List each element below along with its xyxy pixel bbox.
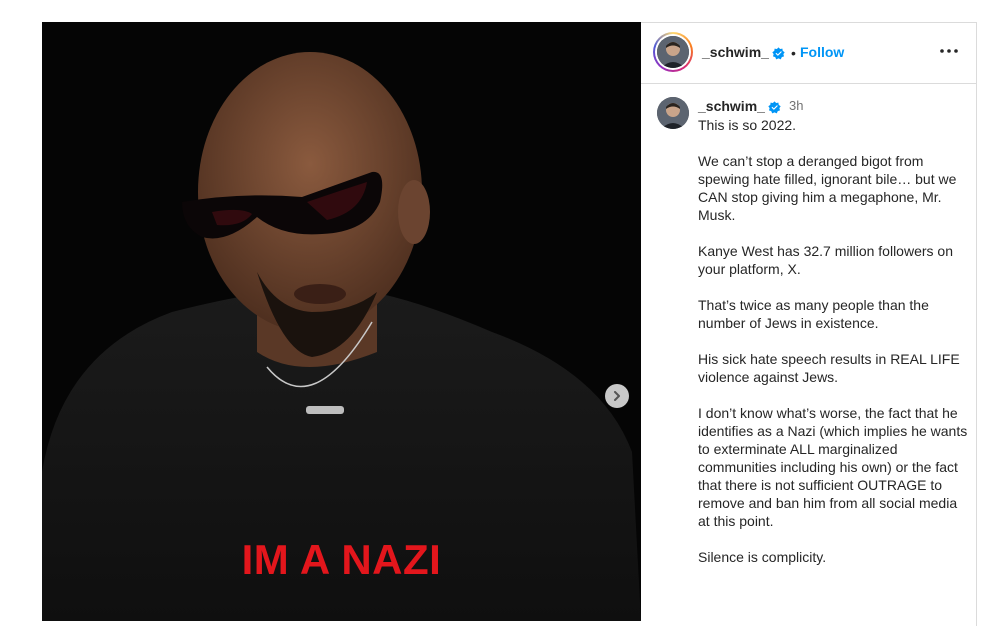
- caption-paragraph: We can’t stop a deranged bigot from spew…: [698, 153, 957, 223]
- post-image[interactable]: IM A NAZI: [42, 22, 641, 621]
- verified-badge-icon: [768, 99, 781, 117]
- image-caption-text: IM A NAZI: [241, 536, 442, 583]
- header-username-link[interactable]: _schwim_: [702, 44, 769, 60]
- caption-paragraph: Silence is complicity.: [698, 549, 827, 565]
- caption-paragraph: This is so 2022.: [698, 117, 797, 133]
- next-image-button[interactable]: [605, 384, 629, 408]
- chevron-right-icon: [614, 391, 620, 401]
- more-options-icon: [940, 49, 958, 53]
- post-timestamp[interactable]: 3h: [789, 98, 803, 113]
- verified-badge-icon: [772, 45, 785, 63]
- post-header: _schwim_ • Follow: [641, 23, 976, 84]
- avatar[interactable]: [657, 97, 689, 129]
- caption-username-link[interactable]: _schwim_: [698, 98, 765, 114]
- caption-paragraph: His sick hate speech results in REAL LIF…: [698, 351, 960, 385]
- avatar: [657, 36, 689, 68]
- caption-text: This is so 2022. We can’t stop a derange…: [698, 116, 968, 584]
- header-separator: •: [791, 45, 796, 61]
- follow-button[interactable]: Follow: [800, 44, 844, 60]
- caption-paragraph: I don’t know what’s worse, the fact that…: [698, 405, 968, 529]
- caption-paragraph: Kanye West has 32.7 million followers on…: [698, 243, 953, 277]
- caption-paragraph: That’s twice as many people than the num…: [698, 297, 929, 331]
- more-options-button[interactable]: [939, 41, 959, 61]
- post-photo: [42, 22, 641, 621]
- story-avatar[interactable]: [653, 32, 693, 72]
- post-side-panel: _schwim_ • Follow _schwim_ 3h This is so…: [641, 22, 977, 626]
